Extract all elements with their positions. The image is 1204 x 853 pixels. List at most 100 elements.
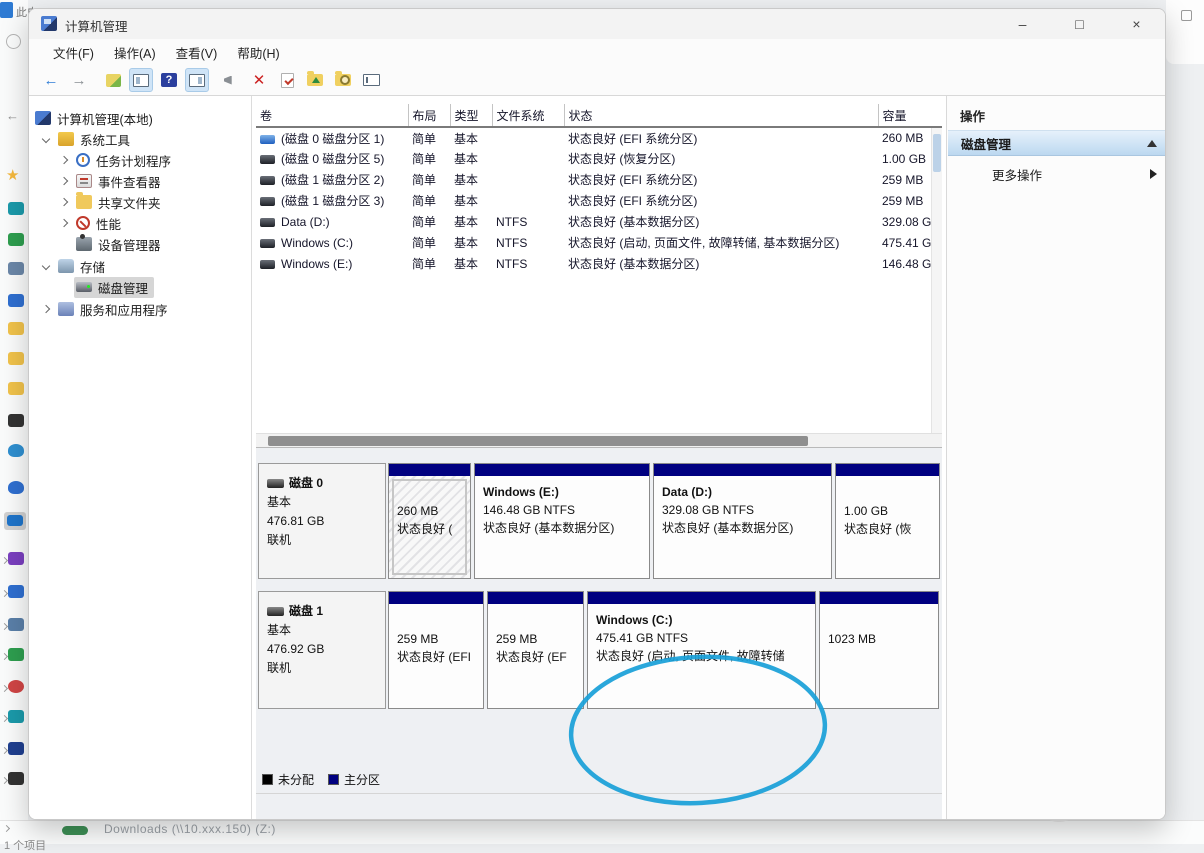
bg-downloads-icon[interactable] <box>8 648 24 661</box>
bg-drive-icon[interactable] <box>8 772 24 785</box>
bg-favorites-star-icon[interactable]: ★ <box>6 166 19 184</box>
bg-dark-item-icon[interactable] <box>8 414 24 427</box>
chevron-down-icon[interactable] <box>41 134 51 144</box>
forward-icon[interactable]: → <box>67 68 91 92</box>
bg-expand-chevron[interactable] <box>0 622 9 631</box>
partition-disk1-efi-1[interactable]: 259 MB 状态良好 (EFI <box>388 591 484 709</box>
tree-item-disk-management[interactable]: 磁盘管理 <box>74 276 155 298</box>
show-action-pane-icon[interactable] <box>185 68 209 92</box>
bg-cloud-icon[interactable] <box>8 444 24 457</box>
volume-row[interactable]: (磁盘 0 磁盘分区 5) 简单 基本 状态良好 (恢复分区) 1.00 GB <box>256 148 942 169</box>
disk-1-label[interactable]: 磁盘 1 基本 476.92 GB 联机 <box>258 591 386 709</box>
partition-windows-e[interactable]: Windows (E:) 146.48 GB NTFS 状态良好 (基本数据分区… <box>474 463 650 579</box>
volume-list-vertical-scrollbar[interactable] <box>931 128 942 434</box>
col-type[interactable]: 类型 <box>449 104 492 128</box>
chevron-right-icon[interactable] <box>59 176 69 186</box>
menu-view[interactable]: 查看(V) <box>166 40 228 65</box>
menu-help[interactable]: 帮助(H) <box>227 40 289 65</box>
volume-list-horizontal-scrollbar[interactable] <box>256 433 942 448</box>
volume-row[interactable]: (磁盘 1 磁盘分区 2) 简单 基本 状态良好 (EFI 系统分区) 259 … <box>256 169 942 190</box>
tree-item-system-tools[interactable]: 系统工具 <box>41 129 130 149</box>
bg-yellow-folder-icon[interactable] <box>8 352 24 365</box>
folder-up-icon[interactable] <box>303 68 327 92</box>
export-list-icon[interactable] <box>101 68 125 92</box>
bg-expand-chevron[interactable] <box>0 714 9 723</box>
bg-add-button-icon[interactable] <box>6 34 21 49</box>
folder-search-icon[interactable] <box>331 68 355 92</box>
chevron-right-icon[interactable] <box>41 304 51 314</box>
bg-this-pc-icon[interactable] <box>7 515 23 526</box>
bg-expand-chevron[interactable] <box>0 652 9 661</box>
menu-action[interactable]: 操作(A) <box>104 40 166 65</box>
volume-row[interactable]: (磁盘 1 磁盘分区 3) 简单 基本 状态良好 (EFI 系统分区) 259 … <box>256 190 942 211</box>
tree-item-device-manager[interactable]: 设备管理器 <box>76 234 161 254</box>
bg-expand-chevron[interactable] <box>0 589 9 598</box>
back-icon[interactable]: ← <box>39 68 63 92</box>
chevron-down-icon[interactable] <box>41 261 51 271</box>
partition-disk1-recovery[interactable]: 1023 MB <box>819 591 939 709</box>
bg-expand-chevron[interactable] <box>0 776 9 785</box>
title-bar: 计算机管理 – □ × <box>29 9 1165 39</box>
tree-item-event-viewer[interactable]: 事件查看器 <box>59 171 161 191</box>
chevron-right-icon[interactable] <box>59 155 69 165</box>
bg-yellow-folder-icon[interactable] <box>8 322 24 335</box>
tree-item-performance[interactable]: 性能 <box>59 213 121 233</box>
bg-gallery-icon[interactable] <box>8 202 24 215</box>
bg-pictures-icon[interactable] <box>8 585 24 598</box>
properties-icon[interactable] <box>359 68 383 92</box>
partition-disk0-recovery[interactable]: 1.00 GB 状态良好 (恢 <box>835 463 940 579</box>
disk-0-label[interactable]: 磁盘 0 基本 476.81 GB 联机 <box>258 463 386 579</box>
bg-expand-chevron[interactable] <box>0 746 9 755</box>
tree-item-storage[interactable]: 存储 <box>41 256 105 276</box>
bg-green-folder-icon[interactable] <box>8 233 24 246</box>
tree-item-shared-folders[interactable]: 共享文件夹 <box>59 192 161 212</box>
tree-item-services[interactable]: 服务和应用程序 <box>41 299 168 319</box>
close-button[interactable]: × <box>1108 9 1165 39</box>
checklist-document-icon[interactable] <box>275 68 299 92</box>
bg-desktop-icon[interactable] <box>8 710 24 723</box>
announce-icon[interactable] <box>219 68 243 92</box>
bg-drive-icon[interactable] <box>8 742 24 755</box>
partition-disk1-efi-2[interactable]: 259 MB 状态良好 (EF <box>487 591 584 709</box>
col-filesystem[interactable]: 文件系统 <box>491 104 564 128</box>
bg-blue-folder-icon[interactable] <box>8 294 24 307</box>
menu-file[interactable]: 文件(F) <box>43 40 104 65</box>
col-status[interactable]: 状态 <box>563 104 878 128</box>
more-actions-item[interactable]: 更多操作 <box>948 162 1165 186</box>
bg-videos-icon[interactable] <box>8 552 24 565</box>
delete-icon[interactable]: ✕ <box>247 68 271 92</box>
partition-disk0-efi[interactable]: 260 MB 状态良好 ( <box>388 463 471 579</box>
bg-documents-icon[interactable] <box>8 618 24 631</box>
bg-expand-chevron[interactable] <box>0 556 9 565</box>
help-icon[interactable]: ? <box>157 68 181 92</box>
volume-row[interactable]: Windows (C:) 简单 基本 NTFS 状态良好 (启动, 页面文件, … <box>256 232 942 253</box>
bg-expand-chevron[interactable] <box>2 824 11 833</box>
volume-row[interactable]: Data (D:) 简单 基本 NTFS 状态良好 (基本数据分区) 329.0… <box>256 211 942 232</box>
bg-network-drive-label[interactable]: Downloads (\\10.xxx.150) (Z:) <box>104 822 276 836</box>
bg-yellow-folder-icon[interactable] <box>8 382 24 395</box>
minimize-button[interactable]: – <box>994 9 1051 39</box>
volume-row[interactable]: Windows (E:) 简单 基本 NTFS 状态良好 (基本数据分区) 14… <box>256 253 942 274</box>
bg-expand-chevron[interactable] <box>0 684 9 693</box>
show-console-tree-icon[interactable] <box>129 68 153 92</box>
chevron-right-icon[interactable] <box>59 218 69 228</box>
disk-management-group-header[interactable]: 磁盘管理 <box>948 130 1165 156</box>
bg-music-icon[interactable] <box>8 680 24 693</box>
maximize-button[interactable]: □ <box>1051 9 1108 39</box>
bg-back-arrow-icon[interactable]: ← <box>6 108 19 123</box>
scrollbar-thumb[interactable] <box>268 436 808 446</box>
col-volume[interactable]: 卷 <box>256 104 408 128</box>
scrollbar-thumb[interactable] <box>933 134 941 172</box>
partition-windows-c[interactable]: Windows (C:) 475.41 GB NTFS 状态良好 (启动, 页面… <box>587 591 816 709</box>
bg-maximize-button[interactable] <box>1181 10 1192 21</box>
bg-gray-folder-icon[interactable] <box>8 262 24 275</box>
col-layout[interactable]: 布局 <box>407 104 450 128</box>
col-capacity[interactable]: 容量 <box>877 104 942 128</box>
partition-data-d[interactable]: Data (D:) 329.08 GB NTFS 状态良好 (基本数据分区) <box>653 463 832 579</box>
tree-item-computer-management[interactable]: 计算机管理(本地) <box>35 108 153 128</box>
collapse-icon[interactable] <box>1147 139 1157 147</box>
bg-cloud-icon[interactable] <box>8 481 24 494</box>
volume-row[interactable]: (磁盘 0 磁盘分区 1) 简单 基本 状态良好 (EFI 系统分区) 260 … <box>256 127 942 148</box>
chevron-right-icon[interactable] <box>59 197 69 207</box>
tree-item-task-scheduler[interactable]: 任务计划程序 <box>59 150 171 170</box>
